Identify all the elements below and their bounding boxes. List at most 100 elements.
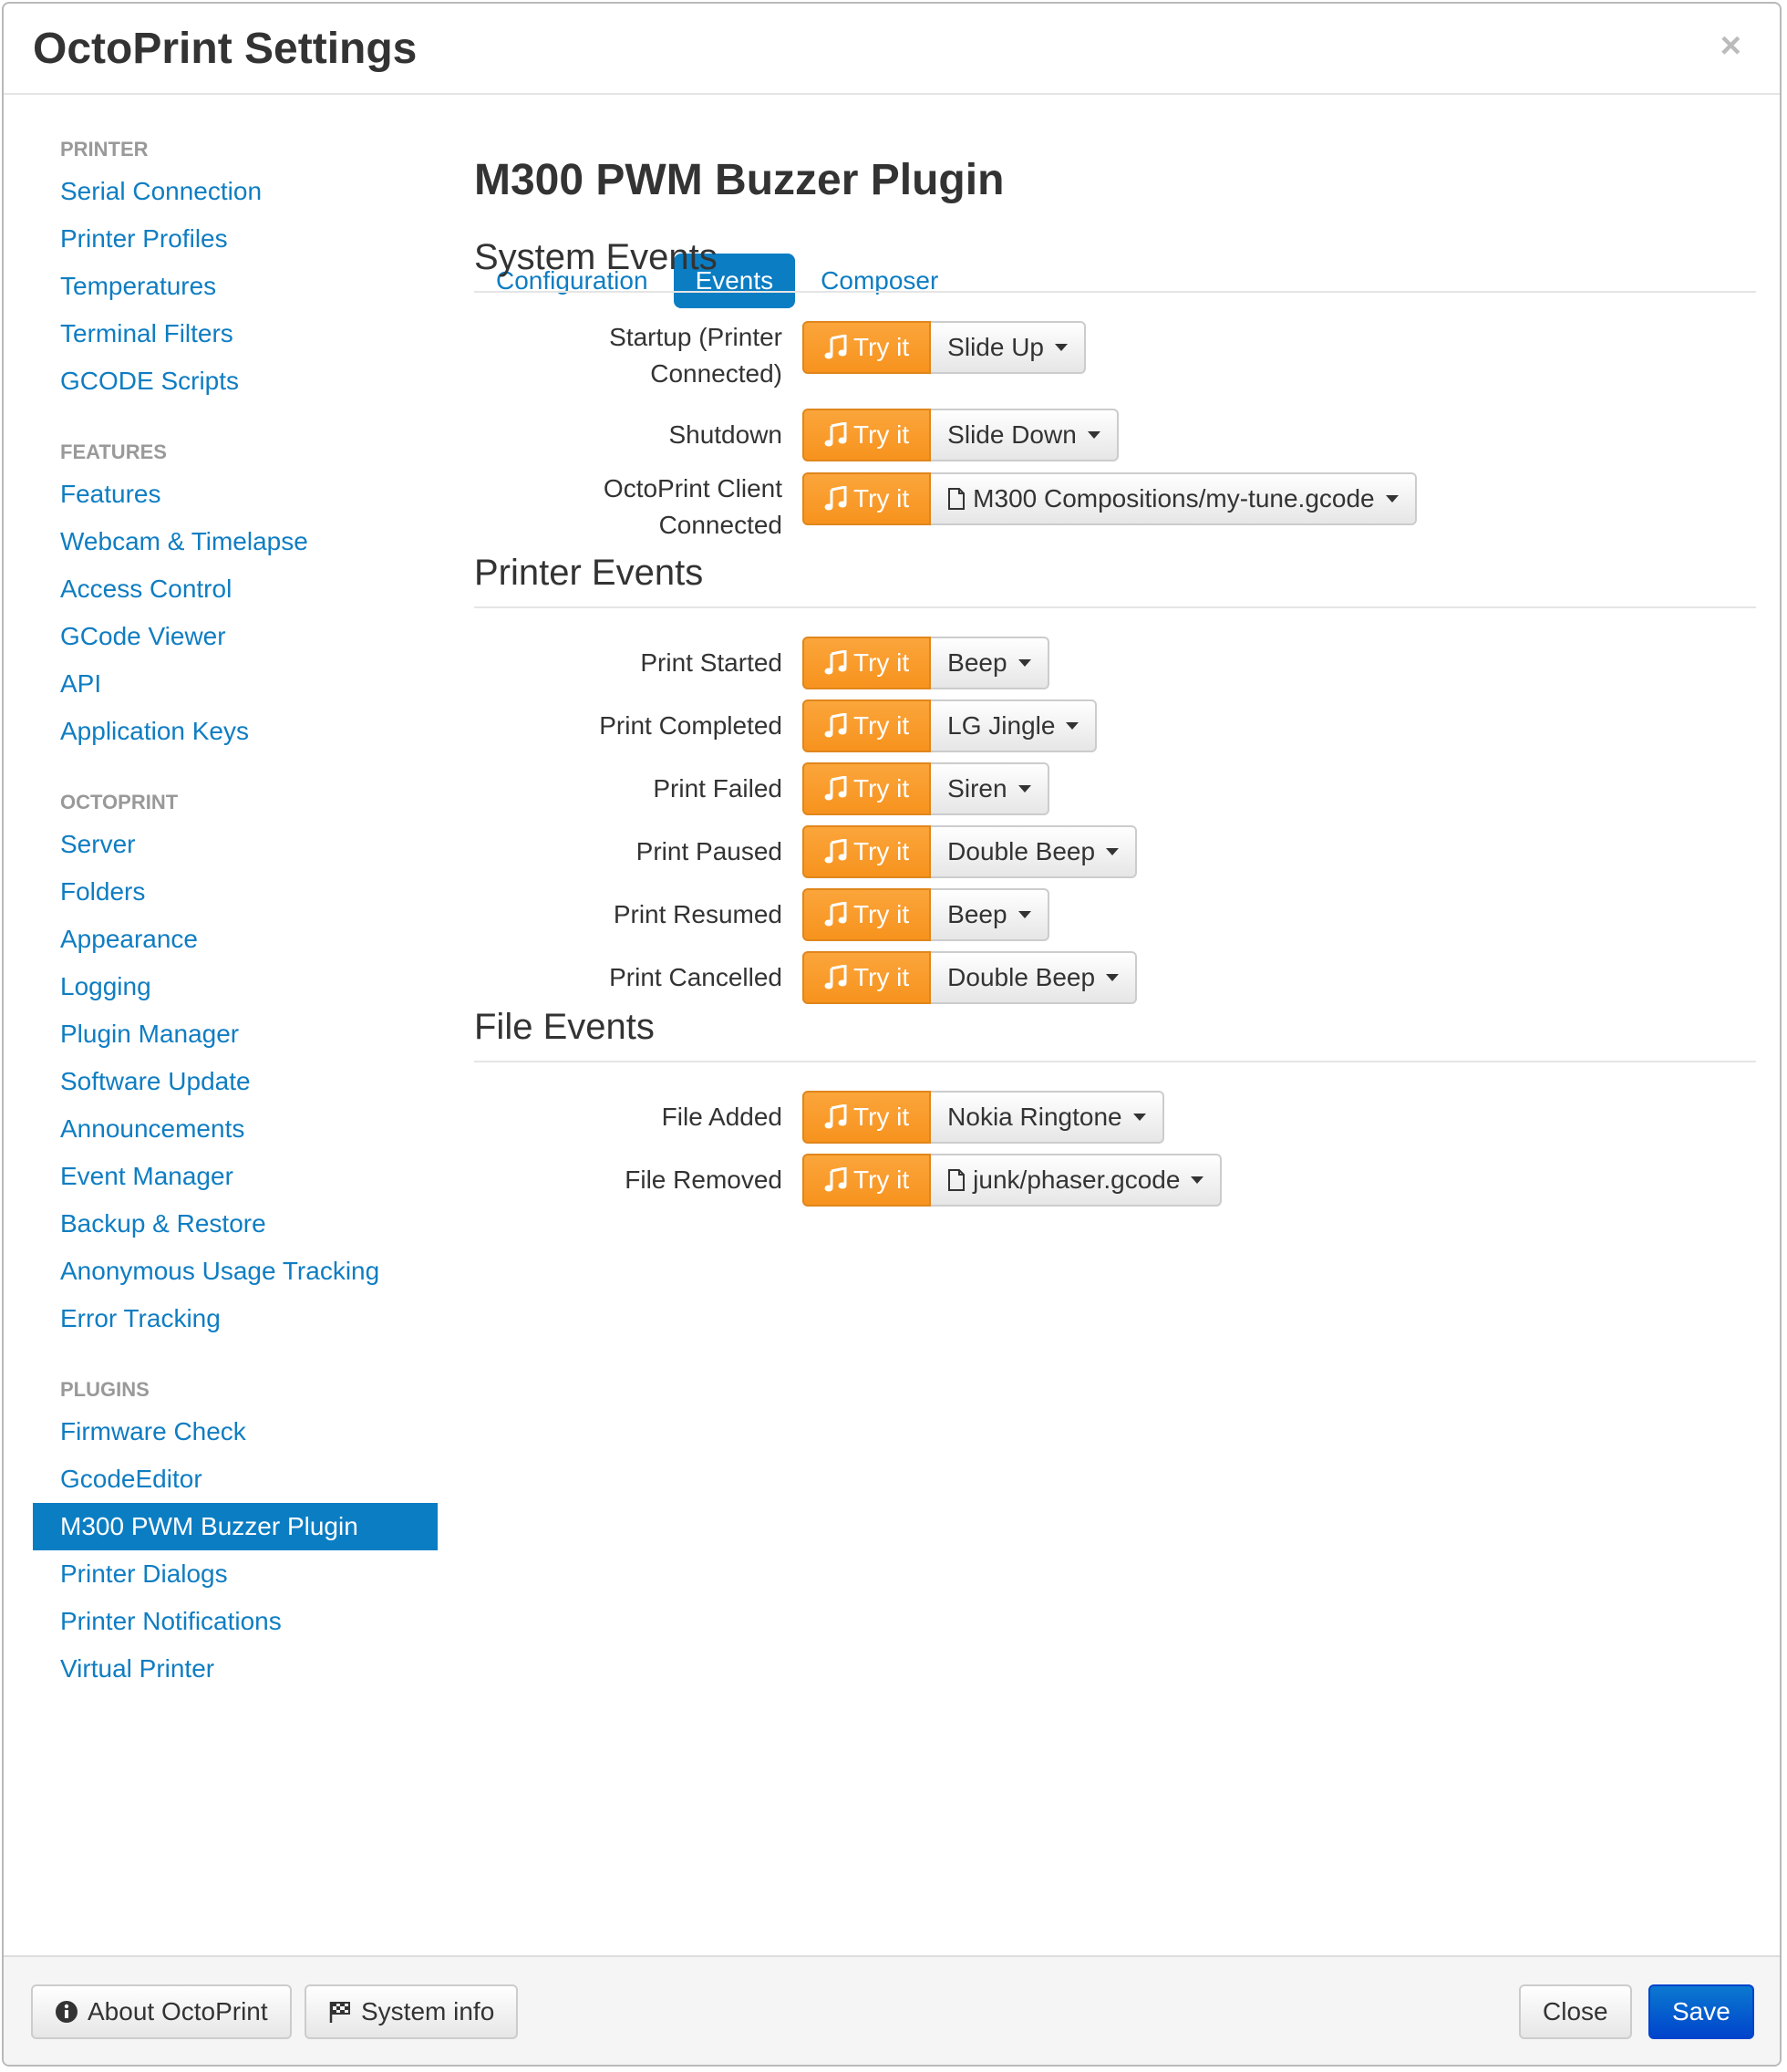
sidebar-item-features[interactable]: Features (33, 471, 438, 518)
close-button[interactable]: Close (1519, 1984, 1632, 2039)
sound-select-dropdown[interactable]: Beep (931, 637, 1049, 689)
sidebar-item-access-control[interactable]: Access Control (33, 565, 438, 613)
sound-select-value: Double Beep (947, 963, 1096, 991)
try-it-button[interactable]: Try it (802, 637, 932, 689)
sound-select-dropdown[interactable]: Double Beep (931, 825, 1138, 878)
sound-select-dropdown[interactable]: M300 Compositions/my-tune.gcode (931, 472, 1417, 525)
system-info-button[interactable]: System info (305, 1984, 519, 2039)
try-it-label: Try it (853, 1166, 910, 1194)
sidebar-item-gcode-scripts[interactable]: GCODE Scripts (33, 357, 438, 405)
sidebar-item-logging[interactable]: Logging (33, 963, 438, 1010)
sidebar-item-plugin-manager[interactable]: Plugin Manager (33, 1010, 438, 1058)
sidebar-item-gcodeeditor[interactable]: GcodeEditor (33, 1456, 438, 1503)
save-button[interactable]: Save (1648, 1984, 1754, 2039)
event-label: Print Failed (472, 771, 782, 807)
sidebar-item-error-tracking[interactable]: Error Tracking (33, 1295, 438, 1342)
event-label-line: Print Paused (635, 837, 782, 865)
sound-button-group: Try it Double Beep (802, 825, 1138, 878)
nav-group-printer: PRINTER Serial Connection Printer Profiles… (33, 131, 438, 405)
try-it-label: Try it (853, 648, 910, 677)
sidebar-item-printer-dialogs[interactable]: Printer Dialogs (33, 1550, 438, 1598)
sidebar-item-terminal-filters[interactable]: Terminal Filters (33, 310, 438, 357)
sidebar-item-server[interactable]: Server (33, 821, 438, 868)
sidebar-item-software-update[interactable]: Software Update (33, 1058, 438, 1105)
music-note-icon (824, 650, 847, 675)
event-label: Startup (Printer Connected) (472, 319, 782, 392)
system-info-label: System info (361, 1997, 495, 2025)
try-it-button[interactable]: Try it (802, 699, 932, 752)
sound-button-group: Try it Siren (802, 762, 1049, 815)
try-it-button[interactable]: Try it (802, 762, 932, 815)
sound-select-value: Slide Up (947, 333, 1045, 361)
nav-header: PRINTER (60, 138, 149, 161)
close-icon[interactable]: × (1720, 27, 1741, 64)
sound-select-value: Slide Down (947, 420, 1077, 449)
music-note-icon (824, 422, 847, 447)
save-button-label: Save (1672, 1997, 1730, 2025)
sound-select-dropdown[interactable]: Siren (931, 762, 1049, 815)
event-label-line: Shutdown (668, 420, 782, 449)
sidebar-item-printer-profiles[interactable]: Printer Profiles (33, 215, 438, 263)
sidebar-item-api[interactable]: API (33, 660, 438, 708)
sidebar-item-folders[interactable]: Folders (33, 868, 438, 916)
event-label: Print Paused (472, 834, 782, 870)
try-it-button[interactable]: Try it (802, 1091, 932, 1144)
settings-sidebar: PRINTER Serial Connection Printer Profiles… (33, 131, 438, 1722)
event-label-line: OctoPrint Client (603, 474, 782, 502)
nav-header: PLUGINS (60, 1378, 150, 1401)
sidebar-item-application-keys[interactable]: Application Keys (33, 708, 438, 755)
caret-down-icon (1017, 911, 1031, 918)
sound-select-value: junk/phaser.gcode (973, 1166, 1181, 1194)
sound-select-dropdown[interactable]: junk/phaser.gcode (931, 1154, 1223, 1207)
sidebar-item-printer-notifications[interactable]: Printer Notifications (33, 1598, 438, 1645)
music-note-icon (824, 839, 847, 864)
file-icon (948, 1169, 966, 1191)
caret-down-icon (1132, 1114, 1146, 1121)
about-octoprint-button[interactable]: About OctoPrint (31, 1984, 292, 2039)
section-title-file-events: File Events (474, 1007, 1756, 1062)
try-it-label: Try it (853, 837, 910, 865)
section-title-printer-events: Printer Events (474, 553, 1756, 608)
try-it-button[interactable]: Try it (802, 321, 932, 374)
sidebar-item-appearance[interactable]: Appearance (33, 916, 438, 963)
try-it-button[interactable]: Try it (802, 409, 932, 461)
section-title-system-events: System Events (474, 237, 1756, 293)
sound-select-dropdown[interactable]: Nokia Ringtone (931, 1091, 1164, 1144)
music-note-icon (824, 902, 847, 927)
sidebar-item-webcam-and-timelapse[interactable]: Webcam & Timelapse (33, 518, 438, 565)
try-it-button[interactable]: Try it (802, 951, 932, 1004)
event-label-line: Print Failed (653, 774, 782, 803)
sidebar-item-announcements[interactable]: Announcements (33, 1105, 438, 1153)
sound-select-dropdown[interactable]: Beep (931, 888, 1049, 941)
sidebar-item-anonymous-usage-tracking[interactable]: Anonymous Usage Tracking (33, 1248, 438, 1295)
try-it-button[interactable]: Try it (802, 888, 932, 941)
sound-select-value: Beep (947, 900, 1007, 928)
sound-select-dropdown[interactable]: Double Beep (931, 951, 1138, 1004)
sidebar-item-backup-and-restore[interactable]: Backup & Restore (33, 1200, 438, 1248)
sidebar-item-temperatures[interactable]: Temperatures (33, 263, 438, 310)
try-it-label: Try it (853, 774, 910, 803)
sidebar-item-event-manager[interactable]: Event Manager (33, 1153, 438, 1200)
file-icon (948, 488, 966, 510)
sound-select-dropdown[interactable]: LG Jingle (931, 699, 1098, 752)
try-it-button[interactable]: Try it (802, 825, 932, 878)
music-note-icon (824, 486, 847, 511)
sound-select-dropdown[interactable]: Slide Up (931, 321, 1087, 374)
event-label-line: Connected (658, 511, 782, 539)
music-note-icon (824, 713, 847, 738)
event-label-line: Print Started (640, 648, 782, 677)
try-it-button[interactable]: Try it (802, 472, 932, 525)
sidebar-item-firmware-check[interactable]: Firmware Check (33, 1408, 438, 1456)
try-it-label: Try it (853, 963, 910, 991)
sound-button-group: Try it M300 Compositions/my-tune.gcode (802, 472, 1417, 525)
event-label-line: Connected) (650, 359, 782, 388)
try-it-button[interactable]: Try it (802, 1154, 932, 1207)
sidebar-item-serial-connection[interactable]: Serial Connection (33, 168, 438, 215)
try-it-label: Try it (853, 484, 910, 513)
sound-select-dropdown[interactable]: Slide Down (931, 409, 1119, 461)
sidebar-item-virtual-printer[interactable]: Virtual Printer (33, 1645, 438, 1693)
caret-down-icon (1385, 495, 1399, 502)
event-label: File Removed (472, 1162, 782, 1198)
sidebar-item-gcode-viewer[interactable]: GCode Viewer (33, 613, 438, 660)
sidebar-item-m300-pwm-buzzer-plugin[interactable]: M300 PWM Buzzer Plugin (33, 1503, 438, 1550)
